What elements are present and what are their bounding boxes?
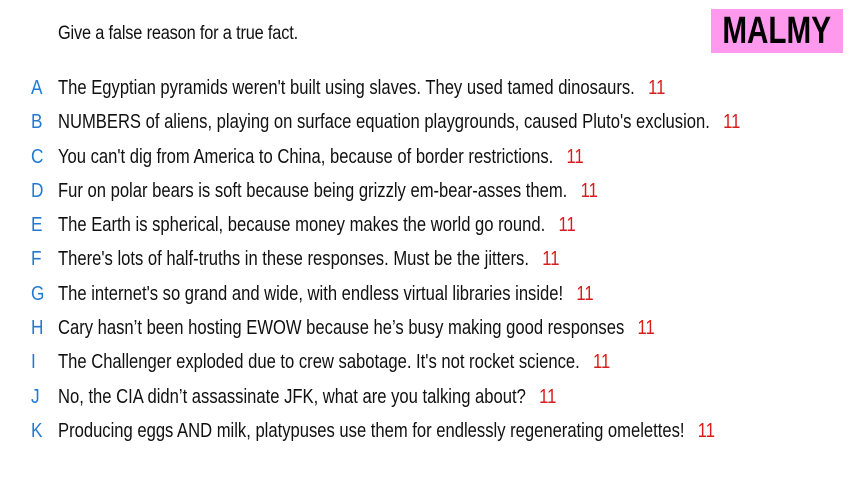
list-item: K Producing eggs AND milk, platypuses us… xyxy=(0,415,853,449)
item-content: Fur on polar bears is soft because being… xyxy=(58,179,598,203)
item-content: There's lots of half-truths in these res… xyxy=(58,247,559,271)
list-item: I The Challenger exploded due to crew sa… xyxy=(0,346,853,380)
item-score: 11 xyxy=(566,145,584,168)
prompt-text: Give a false reason for a true fact. xyxy=(58,23,298,44)
item-text: The internet's so grand and wide, with e… xyxy=(58,282,564,305)
list-item: D Fur on polar bears is soft because bei… xyxy=(0,175,853,209)
item-text: Producing eggs AND milk, platypuses use … xyxy=(58,419,685,442)
item-content: Producing eggs AND milk, platypuses use … xyxy=(58,419,715,443)
item-score: 11 xyxy=(593,351,611,374)
item-score: 11 xyxy=(558,214,576,237)
badge-label: MALMY xyxy=(722,10,832,52)
item-content: NUMBERS of aliens, playing on surface eq… xyxy=(58,110,740,134)
list-item: H Cary hasn’t been hosting EWOW because … xyxy=(0,312,853,346)
item-text: There's lots of half-truths in these res… xyxy=(58,248,529,271)
item-content: The Challenger exploded due to crew sabo… xyxy=(58,350,610,374)
list-item: B NUMBERS of aliens, playing on surface … xyxy=(0,106,853,140)
item-text: NUMBERS of aliens, playing on surface eq… xyxy=(58,111,710,134)
item-content: The Earth is spherical, because money ma… xyxy=(58,213,576,237)
item-score: 11 xyxy=(539,385,557,408)
item-text: The Egyptian pyramids weren't built usin… xyxy=(58,77,635,99)
list-item: C You can't dig from America to China, b… xyxy=(0,141,853,175)
item-text: The Earth is spherical, because money ma… xyxy=(58,214,546,237)
item-letter: A xyxy=(31,77,43,99)
name-badge: MALMY xyxy=(711,9,843,53)
list-item: E The Earth is spherical, because money … xyxy=(0,209,853,243)
list-item: J No, the CIA didn’t assassinate JFK, wh… xyxy=(0,381,853,415)
item-score: 11 xyxy=(697,419,716,442)
list-item: F There's lots of half-truths in these r… xyxy=(0,243,853,277)
item-text: The Challenger exploded due to crew sabo… xyxy=(58,351,580,374)
item-score: 11 xyxy=(648,77,666,99)
item-letter: H xyxy=(31,317,44,340)
item-content: The internet's so grand and wide, with e… xyxy=(58,282,594,306)
item-text: You can't dig from America to China, bec… xyxy=(58,145,554,168)
item-content: The Egyptian pyramids weren't built usin… xyxy=(58,76,665,100)
item-score: 11 xyxy=(637,317,655,340)
item-letter: B xyxy=(31,111,43,134)
item-letter: E xyxy=(31,214,43,237)
item-score: 11 xyxy=(723,111,741,134)
response-list: A The Egyptian pyramids weren't built us… xyxy=(0,72,853,449)
item-text: Cary hasn’t been hosting EWOW because he… xyxy=(58,317,625,340)
item-letter: D xyxy=(31,179,44,202)
item-score: 11 xyxy=(576,282,594,305)
item-score: 11 xyxy=(542,248,560,271)
item-text: No, the CIA didn’t assassinate JFK, what… xyxy=(58,385,526,408)
item-score: 11 xyxy=(580,179,598,202)
item-content: Cary hasn’t been hosting EWOW because he… xyxy=(58,316,655,340)
item-text: Fur on polar bears is soft because being… xyxy=(58,179,568,202)
item-content: No, the CIA didn’t assassinate JFK, what… xyxy=(58,385,556,409)
list-item: A The Egyptian pyramids weren't built us… xyxy=(0,72,853,106)
list-item: G The internet's so grand and wide, with… xyxy=(0,278,853,312)
item-letter: I xyxy=(31,351,36,374)
item-content: You can't dig from America to China, bec… xyxy=(58,145,584,169)
item-letter: F xyxy=(31,248,42,271)
item-letter: G xyxy=(31,282,45,305)
item-letter: J xyxy=(31,385,40,408)
item-letter: K xyxy=(31,419,43,442)
item-letter: C xyxy=(31,145,44,168)
